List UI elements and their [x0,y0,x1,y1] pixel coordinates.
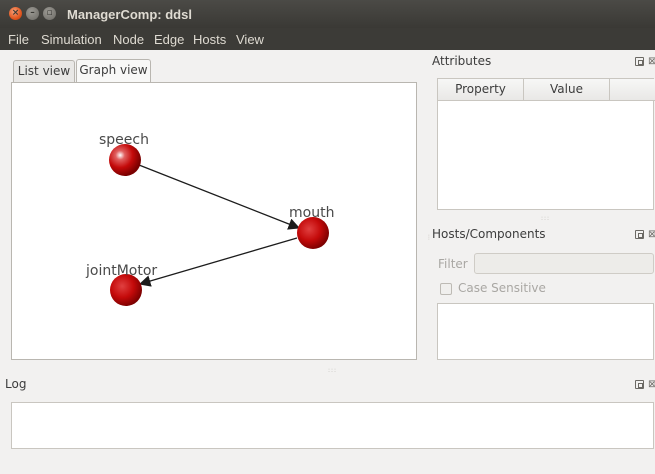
graph-svg: speech mouth jointMotor [85,132,334,306]
tab-graph-view[interactable]: Graph view [76,59,151,82]
attributes-dock-title: Attributes [432,54,492,68]
close-icon: × [11,8,20,18]
window-title: ManagerComp: ddsl [67,7,192,22]
node-speech[interactable] [109,144,141,176]
column-header-property[interactable]: Property [438,79,524,101]
attributes-float-button[interactable] [635,57,644,66]
node-label-mouth: mouth [289,205,334,221]
menu-edge[interactable]: Edge [154,32,184,47]
window-maximize-button[interactable]: ▫ [43,7,56,20]
node-label-jointmotor: jointMotor [85,263,157,279]
edge-speech-mouth[interactable] [138,164,301,230]
graph-canvas[interactable]: speech mouth jointMotor [11,82,417,360]
filter-input[interactable] [474,253,654,274]
menu-node[interactable]: Node [113,32,144,47]
node-label-speech: speech [99,132,149,148]
hosts-dock-title: Hosts/Components [432,227,546,241]
log-float-button[interactable] [635,380,644,389]
case-sensitive-checkbox[interactable] [440,283,452,295]
hosts-float-button[interactable] [635,230,644,239]
log-output[interactable] [11,402,654,449]
splitter-handle-horizontal[interactable]: ::: [328,367,337,374]
node-mouth[interactable] [297,217,329,249]
window-close-button[interactable]: × [9,7,22,20]
edge-mouth-jointmotor[interactable] [138,237,298,287]
maximize-icon: ▫ [46,8,53,18]
case-sensitive-label: Case Sensitive [458,281,546,295]
splitter-handle-attributes[interactable]: ::: [541,215,550,222]
hosts-components-list[interactable] [437,303,654,360]
minimize-icon: – [30,8,35,18]
menu-simulation[interactable]: Simulation [41,32,102,47]
column-header-filler [610,79,655,101]
attributes-close-button[interactable]: ⊠ [648,57,655,67]
menu-hosts[interactable]: Hosts [193,32,226,47]
menu-bar: File Simulation Node Edge Hosts View [0,28,655,50]
column-header-value[interactable]: Value [524,79,610,101]
menu-view[interactable]: View [236,32,264,47]
hosts-close-button[interactable]: ⊠ [648,230,655,240]
log-close-button[interactable]: ⊠ [648,380,655,390]
log-dock-title: Log [5,377,27,391]
title-bar: × – ▫ ManagerComp: ddsl [0,0,655,28]
menu-file[interactable]: File [8,32,29,47]
filter-label: Filter [438,257,468,271]
tab-list-view[interactable]: List view [13,60,75,82]
window-minimize-button[interactable]: – [26,7,39,20]
attributes-table: Property Value [437,78,655,210]
